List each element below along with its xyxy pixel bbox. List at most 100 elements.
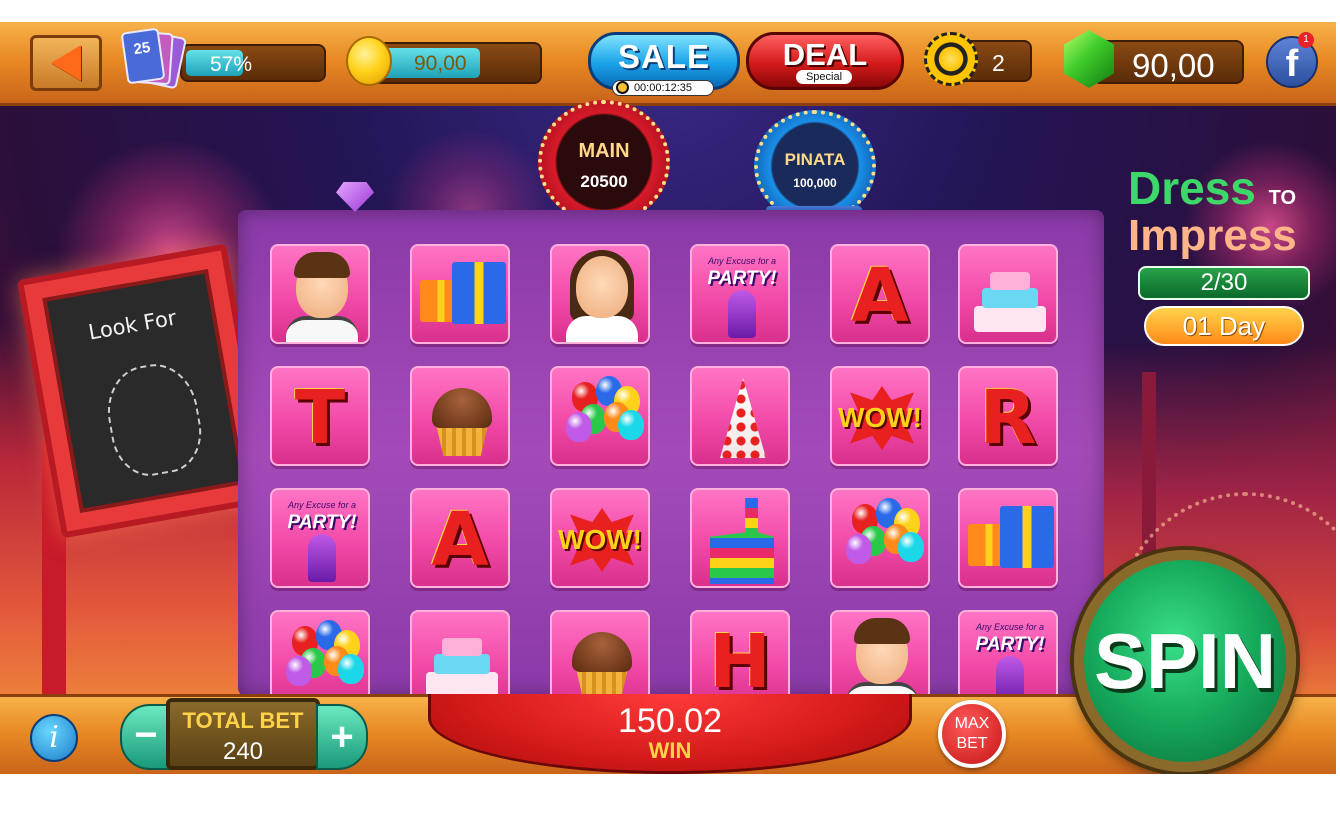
reel-symbol-woman bbox=[550, 244, 650, 344]
main-jackpot[interactable]: MAIN 20500 bbox=[538, 100, 670, 224]
party-small-text: Any Excuse for a bbox=[975, 622, 1045, 632]
letter-symbol: A bbox=[431, 497, 489, 583]
spin-button[interactable]: SPIN bbox=[1074, 550, 1296, 772]
question-mark-icon bbox=[728, 290, 756, 338]
man-avatar-icon bbox=[854, 618, 910, 644]
letter-symbol: R bbox=[979, 375, 1037, 461]
info-button[interactable]: i bbox=[30, 714, 78, 762]
reel-symbol-party: Any Excuse for a PARTY! bbox=[690, 244, 790, 344]
gift-box-icon bbox=[452, 262, 506, 324]
cake-icon bbox=[974, 306, 1046, 332]
reel-symbol-R: R bbox=[958, 366, 1058, 466]
balloon-icon bbox=[898, 532, 924, 562]
reel-symbol-wow: WOW! bbox=[830, 366, 930, 466]
balloon-icon bbox=[618, 410, 644, 440]
back-arrow-icon bbox=[51, 45, 81, 81]
total-bet-box: TOTAL BET 240 bbox=[166, 698, 320, 770]
total-bet-value: 240 bbox=[222, 738, 264, 765]
pinata-llama-icon bbox=[710, 498, 774, 584]
reel-grid: Any Excuse for a PARTY! A T WOW! R Any Excuse … bbox=[238, 210, 1104, 710]
cupcake-icon bbox=[572, 632, 632, 672]
question-mark-icon bbox=[308, 534, 336, 582]
max-bet-line2: BET bbox=[956, 735, 988, 752]
reel-symbol-party: Any Excuse for a PARTY! bbox=[270, 488, 370, 588]
party-text: PARTY! bbox=[287, 512, 357, 533]
win-amount: 150.02 bbox=[618, 702, 722, 740]
increase-bet-button[interactable]: + bbox=[316, 704, 368, 770]
level-badge: 25 bbox=[120, 27, 166, 85]
reel-symbol-cupcake bbox=[410, 366, 510, 466]
chalkboard: Look For bbox=[42, 269, 246, 513]
party-small-text: Any Excuse for a bbox=[287, 500, 357, 510]
event-title-line2: Impress bbox=[1128, 211, 1297, 260]
man-avatar-icon bbox=[294, 252, 350, 278]
casino-chip-icon bbox=[924, 32, 978, 86]
reel-symbol-balloons bbox=[550, 366, 650, 466]
deal-special-label: Special bbox=[796, 70, 852, 84]
slot-game-screen: 57% 25 90,00 SALE 00:00:12:35 DEAL Speci… bbox=[0, 22, 1336, 774]
woman-avatar-icon bbox=[576, 256, 628, 318]
purple-gem-icon bbox=[336, 182, 374, 212]
man-avatar-icon bbox=[286, 316, 358, 342]
jackpot-title: PINATA bbox=[784, 150, 846, 169]
cake-icon bbox=[442, 638, 482, 656]
party-hat-icon bbox=[720, 378, 766, 458]
woman-avatar-icon bbox=[566, 316, 638, 342]
letter-symbol: A bbox=[851, 253, 909, 339]
event-time-left[interactable]: 01 Day bbox=[1144, 306, 1304, 346]
back-button[interactable] bbox=[30, 35, 102, 91]
gems-balance[interactable]: 90,00 bbox=[1092, 40, 1244, 84]
level-progress-bar: 57% bbox=[180, 44, 326, 82]
chips-count: 2 bbox=[992, 50, 1005, 76]
jackpot-value: 20500 bbox=[580, 172, 628, 191]
reel-symbol-wow: WOW! bbox=[550, 488, 650, 588]
coin-icon bbox=[346, 36, 392, 86]
reel-symbol-gifts bbox=[958, 488, 1058, 588]
party-text: PARTY! bbox=[975, 634, 1045, 655]
cupcake-icon bbox=[436, 424, 488, 456]
reel-symbol-balloons bbox=[830, 488, 930, 588]
wow-text: WOW! bbox=[558, 524, 642, 555]
cake-icon bbox=[434, 654, 490, 674]
balloon-icon bbox=[846, 534, 872, 564]
level-progress-text: 57% bbox=[210, 53, 253, 76]
clock-icon bbox=[616, 81, 629, 94]
reel-symbol-cake bbox=[958, 244, 1058, 344]
balloon-icon bbox=[338, 654, 364, 684]
coins-value: 90,00 bbox=[414, 52, 467, 75]
cupcake-icon bbox=[432, 388, 492, 428]
notification-badge: 1 bbox=[1298, 32, 1314, 48]
coins-balance[interactable]: 90,00 bbox=[370, 42, 542, 84]
look-for-title: Look For bbox=[86, 305, 179, 345]
decrease-bet-button[interactable]: − bbox=[120, 704, 172, 770]
level-cards-icon[interactable]: 25 bbox=[120, 27, 192, 90]
jackpot-title: MAIN bbox=[578, 140, 630, 162]
max-bet-line1: MAX bbox=[954, 715, 990, 732]
look-for-board: Look For bbox=[16, 243, 272, 539]
letter-symbol: T bbox=[294, 375, 346, 461]
cake-icon bbox=[982, 288, 1038, 308]
jackpot-value: 100,000 bbox=[793, 176, 837, 190]
wow-text: WOW! bbox=[838, 402, 922, 433]
gift-box-icon bbox=[1000, 506, 1054, 568]
balloon-icon bbox=[286, 656, 312, 686]
reel-symbol-gifts bbox=[410, 244, 510, 344]
event-progress: 2/30 bbox=[1138, 266, 1310, 300]
max-bet-button[interactable]: MAX BET bbox=[938, 700, 1006, 768]
reel-symbol-A: A bbox=[830, 244, 930, 344]
balloon-icon bbox=[566, 412, 592, 442]
party-text: PARTY! bbox=[707, 268, 777, 289]
reel-symbol-A: A bbox=[410, 488, 510, 588]
event-title-dress: Dress bbox=[1128, 162, 1256, 214]
win-label: WIN bbox=[648, 738, 692, 763]
reel-symbol-T: T bbox=[270, 366, 370, 466]
reel-symbol-pinata bbox=[690, 488, 790, 588]
total-bet-label: TOTAL BET bbox=[182, 708, 304, 733]
party-small-text: Any Excuse for a bbox=[707, 256, 777, 266]
event-title-to: TO bbox=[1268, 187, 1297, 209]
cake-icon bbox=[990, 272, 1030, 290]
reel-symbol-party-hat bbox=[690, 366, 790, 466]
reel-symbol-man bbox=[270, 244, 370, 344]
teddy-bear-icon bbox=[100, 357, 209, 482]
gems-value: 90,00 bbox=[1132, 47, 1215, 84]
